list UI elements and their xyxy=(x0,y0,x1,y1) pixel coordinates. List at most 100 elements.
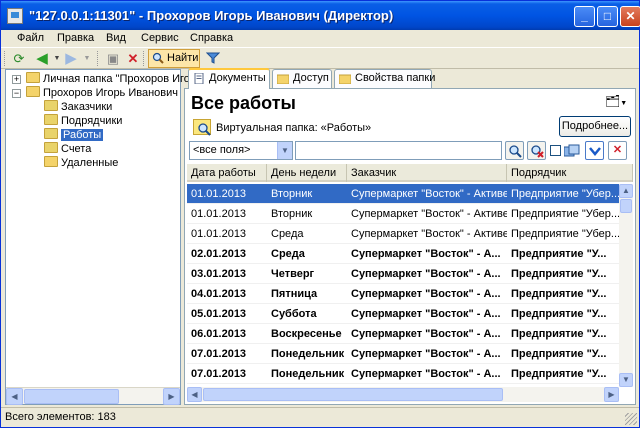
back-arrow-icon[interactable]: ◀ xyxy=(34,51,50,67)
scroll-thumb[interactable] xyxy=(620,199,632,213)
menu-help[interactable]: Справка xyxy=(190,32,233,44)
cell-contractor: Предприятие "У... xyxy=(511,268,607,280)
filter-value-input[interactable] xyxy=(295,141,502,160)
cell-customer: Супермаркет "Восток" - А... xyxy=(351,308,501,320)
delete-icon[interactable]: ✕ xyxy=(125,51,141,67)
more-details-button[interactable]: Подробнее... xyxy=(559,116,631,137)
resize-grip[interactable] xyxy=(625,413,637,425)
cell-customer: Супермаркет "Восток" - А... xyxy=(351,348,501,360)
documents-panel: Все работы 🗂▼ Виртуальная папка: «Работы… xyxy=(184,88,636,405)
table-row[interactable]: 01.01.2013 Вторник Супермаркет "Восток" - … xyxy=(187,184,619,204)
virtual-folder-label: Виртуальная папка: «Работы» xyxy=(216,122,372,134)
filter-icon[interactable] xyxy=(205,51,221,67)
folder-icon xyxy=(26,86,40,97)
tree-item-personal-folder[interactable]: Личная папка "Прохоров Иго xyxy=(26,72,190,86)
cell-date: 05.01.2013 xyxy=(191,308,247,320)
tree-item-customers[interactable]: Заказчики xyxy=(44,100,112,114)
filter-field-select[interactable]: <все поля> ▼ xyxy=(189,141,293,160)
access-folder-icon xyxy=(277,74,289,84)
menu-edit[interactable]: Правка xyxy=(57,32,94,44)
toolbar-grip[interactable] xyxy=(4,51,7,66)
cell-contractor: Предприятие "У... xyxy=(511,328,607,340)
cell-customer: Супермаркет "Восток" - А... xyxy=(351,328,501,340)
table-row[interactable]: 05.01.2013 Суббота Супермаркет "Восток" - … xyxy=(187,304,619,324)
table-row[interactable]: 06.01.2013 Воскресенье Супермаркет "Восток… xyxy=(187,324,619,344)
table-row[interactable]: 07.01.2013 Понедельник Супермаркет "Восток… xyxy=(187,344,619,364)
chevron-down-icon xyxy=(588,147,601,156)
tree-item-user-folder[interactable]: Прохоров Игорь Иванович xyxy=(26,86,178,100)
menu-view[interactable]: Вид xyxy=(106,32,126,44)
scroll-right-button[interactable]: ▶ xyxy=(604,387,619,402)
cell-weekday: Среда xyxy=(271,248,305,260)
tab-access[interactable]: Доступ xyxy=(272,69,332,88)
table-row[interactable]: 02.01.2013 Среда Супермаркет "Восток" - А.… xyxy=(187,244,619,264)
scroll-right-button[interactable]: ▶ xyxy=(163,388,180,405)
view-options-icon[interactable]: 🗂▼ xyxy=(605,94,633,110)
tree-horizontal-scrollbar[interactable]: ◀ ▶ xyxy=(6,387,180,405)
expand-down-button[interactable] xyxy=(585,141,604,160)
table-vertical-scrollbar[interactable]: ▲ ▼ xyxy=(619,184,633,387)
find-button[interactable]: Найти xyxy=(148,49,200,68)
tab-folder-properties[interactable]: Свойства папки xyxy=(334,69,435,88)
toolbar-grip-3[interactable] xyxy=(143,51,146,66)
table-header: Дата работы День недели Заказчик Подрядч… xyxy=(187,164,633,182)
cell-weekday: Среда xyxy=(271,228,304,240)
scroll-thumb[interactable] xyxy=(203,388,503,401)
virtual-folder-icon xyxy=(44,114,58,125)
tree-expander-personal[interactable]: + xyxy=(12,75,21,84)
table-row[interactable]: 04.01.2013 Пятница Супермаркет "Восток" - … xyxy=(187,284,619,304)
table-row[interactable]: 07.01.2013 Понедельник Супермаркет "Восток… xyxy=(187,364,619,384)
close-button[interactable]: ✕ xyxy=(620,6,640,27)
cell-customer: Супермаркет "Восток" - А... xyxy=(351,368,501,380)
menu-file[interactable]: Файл xyxy=(17,32,44,44)
scroll-up-button[interactable]: ▲ xyxy=(619,184,633,198)
status-bar: Всего элементов: 183 xyxy=(1,407,639,427)
tree-item-invoices[interactable]: Счета xyxy=(44,142,91,156)
cell-customer: Супермаркет "Восток" - Активен xyxy=(351,208,507,220)
filter-checkbox[interactable] xyxy=(550,145,561,156)
scroll-thumb[interactable] xyxy=(24,389,119,404)
close-filter-button[interactable]: ✕ xyxy=(608,141,627,160)
folder-icon xyxy=(26,72,40,83)
toolbar-grip-2[interactable] xyxy=(97,51,100,66)
chevron-down-icon[interactable]: ▼ xyxy=(277,142,292,159)
clear-search-button[interactable] xyxy=(527,141,546,160)
tab-documents[interactable]: Документы xyxy=(188,68,270,89)
scroll-down-button[interactable]: ▼ xyxy=(619,373,633,387)
table-row[interactable]: 03.01.2013 Четверг Супермаркет "Восток" - … xyxy=(187,264,619,284)
folder-tree: + Личная папка "Прохоров Иго − Прохоров … xyxy=(5,69,190,405)
tree-item-works[interactable]: Работы xyxy=(44,128,104,142)
tree-item-label: Заказчики xyxy=(61,101,113,113)
table-row[interactable]: 01.01.2013 Среда Супермаркет "Восток" - Ак… xyxy=(187,224,619,244)
cell-weekday: Воскресенье xyxy=(271,328,342,340)
open-folders-icon[interactable] xyxy=(563,144,580,157)
cell-contractor: Предприятие "У... xyxy=(511,368,607,380)
menu-service[interactable]: Сервис xyxy=(141,32,179,44)
cell-contractor: Предприятие "У... xyxy=(511,308,607,320)
column-header-contractor[interactable]: Подрядчик xyxy=(507,164,633,182)
toolbar: ⟳ ◀ ▼ ▶ ▼ ▣ ✕ Найти xyxy=(1,47,639,69)
search-button[interactable] xyxy=(505,141,524,160)
forward-arrow-icon[interactable]: ▶ xyxy=(63,51,79,67)
document-icon xyxy=(194,73,204,84)
table-horizontal-scrollbar[interactable]: ◀ ▶ xyxy=(187,387,619,402)
save-icon[interactable]: ▣ xyxy=(105,51,121,67)
title-bar[interactable]: "127.0.0.1:11301" - Прохоров Игорь Ивано… xyxy=(1,1,640,30)
scroll-left-button[interactable]: ◀ xyxy=(187,387,202,402)
tree-item-label: Личная папка "Прохоров Иго xyxy=(43,73,190,85)
tree-item-label: Прохоров Игорь Иванович xyxy=(43,87,179,99)
scroll-left-button[interactable]: ◀ xyxy=(6,388,23,405)
minimize-button[interactable]: _ xyxy=(574,6,595,27)
column-header-date[interactable]: Дата работы xyxy=(187,164,267,182)
tree-item-label: Удаленные xyxy=(61,157,119,169)
tree-item-label: Работы xyxy=(61,129,104,141)
tree-item-contractors[interactable]: Подрядчики xyxy=(44,114,122,128)
table-row[interactable]: 01.01.2013 Вторник Супермаркет "Восток" - … xyxy=(187,204,619,224)
maximize-button[interactable]: □ xyxy=(597,6,618,27)
tree-expander-user[interactable]: − xyxy=(12,89,21,98)
column-header-customer[interactable]: Заказчик xyxy=(347,164,507,182)
column-header-weekday[interactable]: День недели xyxy=(267,164,347,182)
forward-dropdown-icon[interactable]: ▼ xyxy=(79,51,95,67)
tree-item-deleted[interactable]: Удаленные xyxy=(44,156,118,170)
refresh-icon[interactable]: ⟳ xyxy=(11,51,27,67)
